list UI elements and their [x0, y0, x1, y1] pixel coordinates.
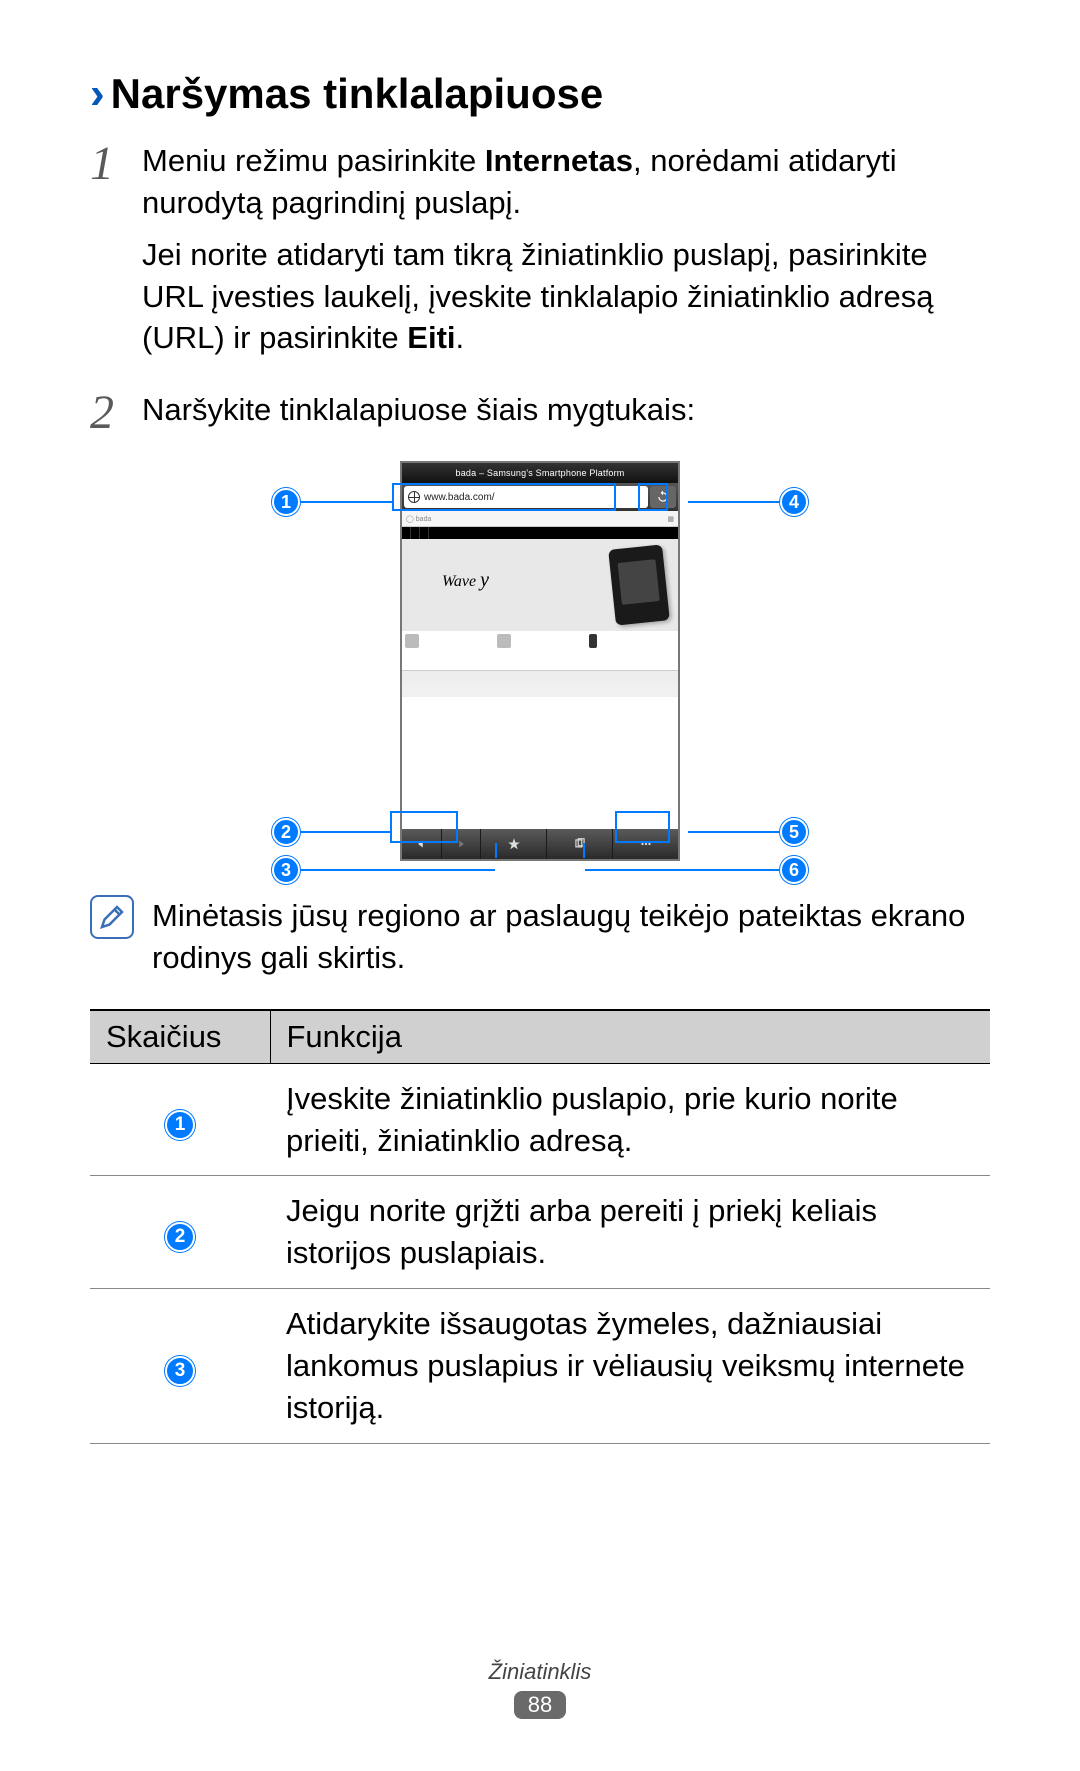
table-header-row: Skaičius Funkcija — [90, 1010, 990, 1064]
step-1: 1 Meniu režimu pasirinkite Internetas, n… — [90, 140, 990, 369]
callout-4: 4 — [688, 488, 808, 516]
phone-image — [608, 544, 670, 625]
triangle-right-icon — [454, 837, 468, 851]
windows-button[interactable] — [547, 829, 613, 859]
web-nav-tabs — [402, 527, 678, 539]
col-header-number: Skaičius — [90, 1010, 270, 1064]
url-input[interactable]: www.bada.com/ — [404, 486, 648, 508]
note-icon-container — [90, 895, 140, 979]
row-number-badge: 3 — [165, 1356, 195, 1386]
hero-banner: Wave y — [402, 539, 678, 631]
callout-number-5: 5 — [780, 818, 808, 846]
bold-text: Eiti — [407, 320, 455, 355]
section-heading: › Naršymas tinklalapiuose — [90, 70, 990, 118]
phone-illustration: 1 4 2 5 3 6 — [90, 461, 990, 871]
callout-5: 5 — [688, 818, 808, 846]
step-1-para-2: Jei norite atidaryti tam tikrą žiniatink… — [142, 234, 990, 360]
text: Meniu režimu pasirinkite — [142, 143, 485, 178]
more-dots-icon — [639, 837, 653, 851]
chevron-icon: › — [90, 72, 105, 116]
bookmarks-button[interactable] — [481, 829, 547, 859]
row-function-text: Atidarykite išsaugotas žymeles, dažniaus… — [270, 1289, 990, 1444]
text: Jei norite atidaryti tam tikrą žiniatink… — [142, 237, 933, 356]
callout-number-2: 2 — [272, 818, 300, 846]
nav-forward-button[interactable] — [442, 829, 481, 859]
web-logo-row — [402, 683, 678, 697]
col-header-function: Funkcija — [270, 1010, 990, 1064]
step-2-para-1: Naršykite tinklalapiuose šiais mygtukais… — [142, 389, 990, 431]
wave-logo: Wave y — [442, 569, 489, 592]
url-bar-row: www.bada.com/ — [402, 483, 678, 511]
note-text: Minėtasis jūsų regiono ar paslaugų teikė… — [140, 895, 990, 979]
step-1-para-1: Meniu režimu pasirinkite Internetas, nor… — [142, 140, 990, 224]
table-row: 3 Atidarykite išsaugotas žymeles, dažnia… — [90, 1289, 990, 1444]
function-table: Skaičius Funkcija 1 Įveskite žiniatinkli… — [90, 1009, 990, 1444]
callout-1: 1 — [272, 488, 392, 516]
callout-3-vline — [495, 843, 497, 858]
bold-text: Internetas — [485, 143, 633, 178]
triangle-left-icon — [414, 837, 428, 851]
page-footer: Žiniatinklis 88 — [0, 1659, 1080, 1719]
web-footer-row — [402, 671, 678, 683]
globe-icon — [408, 491, 420, 503]
step-2: 2 Naršykite tinklalapiuose šiais mygtuka… — [90, 389, 990, 441]
heading-text: Naršymas tinklalapiuose — [111, 70, 604, 118]
phone-frame: bada – Samsung's Smartphone Platform www… — [400, 461, 680, 861]
callout-2: 2 — [272, 818, 392, 846]
star-icon — [507, 837, 521, 851]
callout-6-vline — [583, 843, 585, 858]
row-function-text: Jeigu norite grįžti arba pereiti į priek… — [270, 1176, 990, 1289]
callout-number-1: 1 — [272, 488, 300, 516]
note-row: Minėtasis jūsų regiono ar paslaugų teikė… — [90, 895, 990, 979]
web-header: ◯ bada ▦ — [402, 511, 678, 527]
feature-row — [402, 631, 678, 671]
row-function-text: Įveskite žiniatinklio puslapio, prie kur… — [270, 1063, 990, 1176]
browser-bottom-toolbar — [402, 829, 678, 859]
callout-number-3: 3 — [272, 856, 300, 884]
nav-back-button[interactable] — [402, 829, 442, 859]
web-content: ◯ bada ▦ Wave y — [402, 511, 678, 831]
table-row: 1 Įveskite žiniatinklio puslapio, prie k… — [90, 1063, 990, 1176]
header-right-icon: ▦ — [667, 515, 674, 523]
table-row: 2 Jeigu norite grįžti arba pereiti į pri… — [90, 1176, 990, 1289]
note-icon — [90, 895, 134, 939]
row-number-badge: 1 — [165, 1110, 195, 1140]
nav-back-forward[interactable] — [402, 829, 481, 859]
url-text: www.bada.com/ — [424, 492, 495, 503]
page-number: 88 — [514, 1691, 566, 1719]
bada-logo: ◯ bada — [406, 515, 431, 523]
refresh-icon — [656, 490, 670, 504]
callout-number-6: 6 — [780, 856, 808, 884]
step-number: 1 — [90, 140, 142, 369]
footer-section-name: Žiniatinklis — [0, 1659, 1080, 1685]
callout-number-4: 4 — [780, 488, 808, 516]
refresh-button[interactable] — [650, 486, 676, 508]
more-button[interactable] — [613, 829, 678, 859]
text: . — [456, 320, 465, 355]
row-number-badge: 2 — [165, 1222, 195, 1252]
step-number: 2 — [90, 389, 142, 441]
browser-titlebar: bada – Samsung's Smartphone Platform — [402, 463, 678, 483]
